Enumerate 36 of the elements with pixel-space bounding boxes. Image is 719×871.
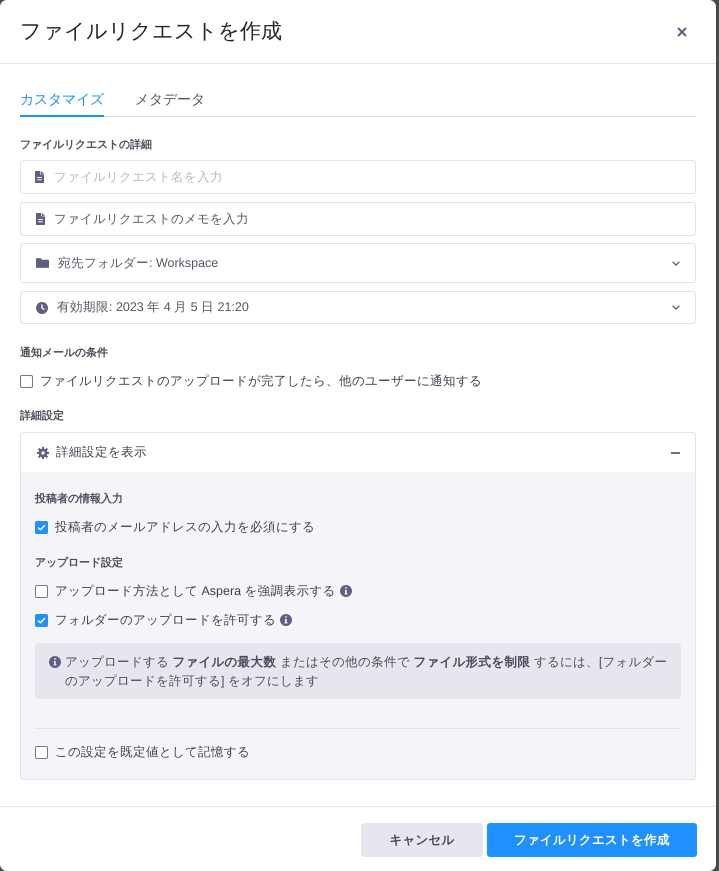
clock-icon: [36, 302, 48, 314]
checkbox-label: 投稿者のメールアドレスの入力を必須にする: [55, 518, 315, 536]
checkmark-icon: [37, 616, 46, 624]
checkbox[interactable]: [35, 520, 48, 534]
advanced-settings-toggle[interactable]: 詳細設定を表示: [21, 433, 695, 472]
memo-button[interactable]: ファイルリクエストのメモを入力: [20, 202, 696, 236]
info-icon: [49, 656, 61, 668]
section-label: 投稿者の情報入力: [35, 492, 124, 507]
section-label: 通知メールの条件: [20, 346, 109, 361]
checkbox-label: アップロード方法として Aspera を強調表示する: [55, 582, 336, 600]
checkbox[interactable]: [35, 746, 48, 758]
section-label: ファイルリクエストの詳細: [20, 138, 153, 153]
expiry-select[interactable]: 有効期限: 2023 年 4 月 5 日 21:20: [20, 291, 696, 324]
tab[interactable]: メタデータ: [135, 88, 205, 117]
checkbox[interactable]: [20, 374, 33, 388]
section-label: 詳細設定: [20, 408, 65, 424]
minus-icon: [671, 452, 680, 454]
name-field[interactable]: ファイルリクエスト名を入力: [20, 160, 696, 194]
cancel-button[interactable]: キャンセル: [361, 823, 483, 857]
section-label: アップロード設定: [35, 556, 124, 571]
chevron-down-icon: [672, 305, 680, 310]
checkbox-label: フォルダーのアップロードを許可する: [55, 612, 276, 629]
dialog-title: ファイルリクエストを作成: [20, 18, 282, 44]
checkbox-label: ファイルリクエストのアップロードが完了したら、他のユーザーに通知する: [40, 372, 482, 390]
checkbox[interactable]: [35, 614, 48, 626]
close-button[interactable]: [676, 26, 687, 37]
document-icon: [36, 213, 45, 225]
chevron-down-icon: [672, 260, 680, 266]
checkmark-icon: [37, 524, 46, 530]
note-text: アップロードする ファイルの最大数 またはその他の条件で ファイル形式を制限 するには、[フォルダーのアップロードを許可する] をオフにします: [65, 654, 668, 690]
folder-select[interactable]: 宛先フォルダー: Workspace: [20, 243, 696, 283]
folder-icon: [36, 258, 49, 268]
checkbox-label: この設定を既定値として記憶する: [55, 744, 250, 761]
close-icon: [676, 26, 686, 36]
checkbox[interactable]: [35, 584, 48, 598]
settings-icon: [37, 446, 49, 458]
